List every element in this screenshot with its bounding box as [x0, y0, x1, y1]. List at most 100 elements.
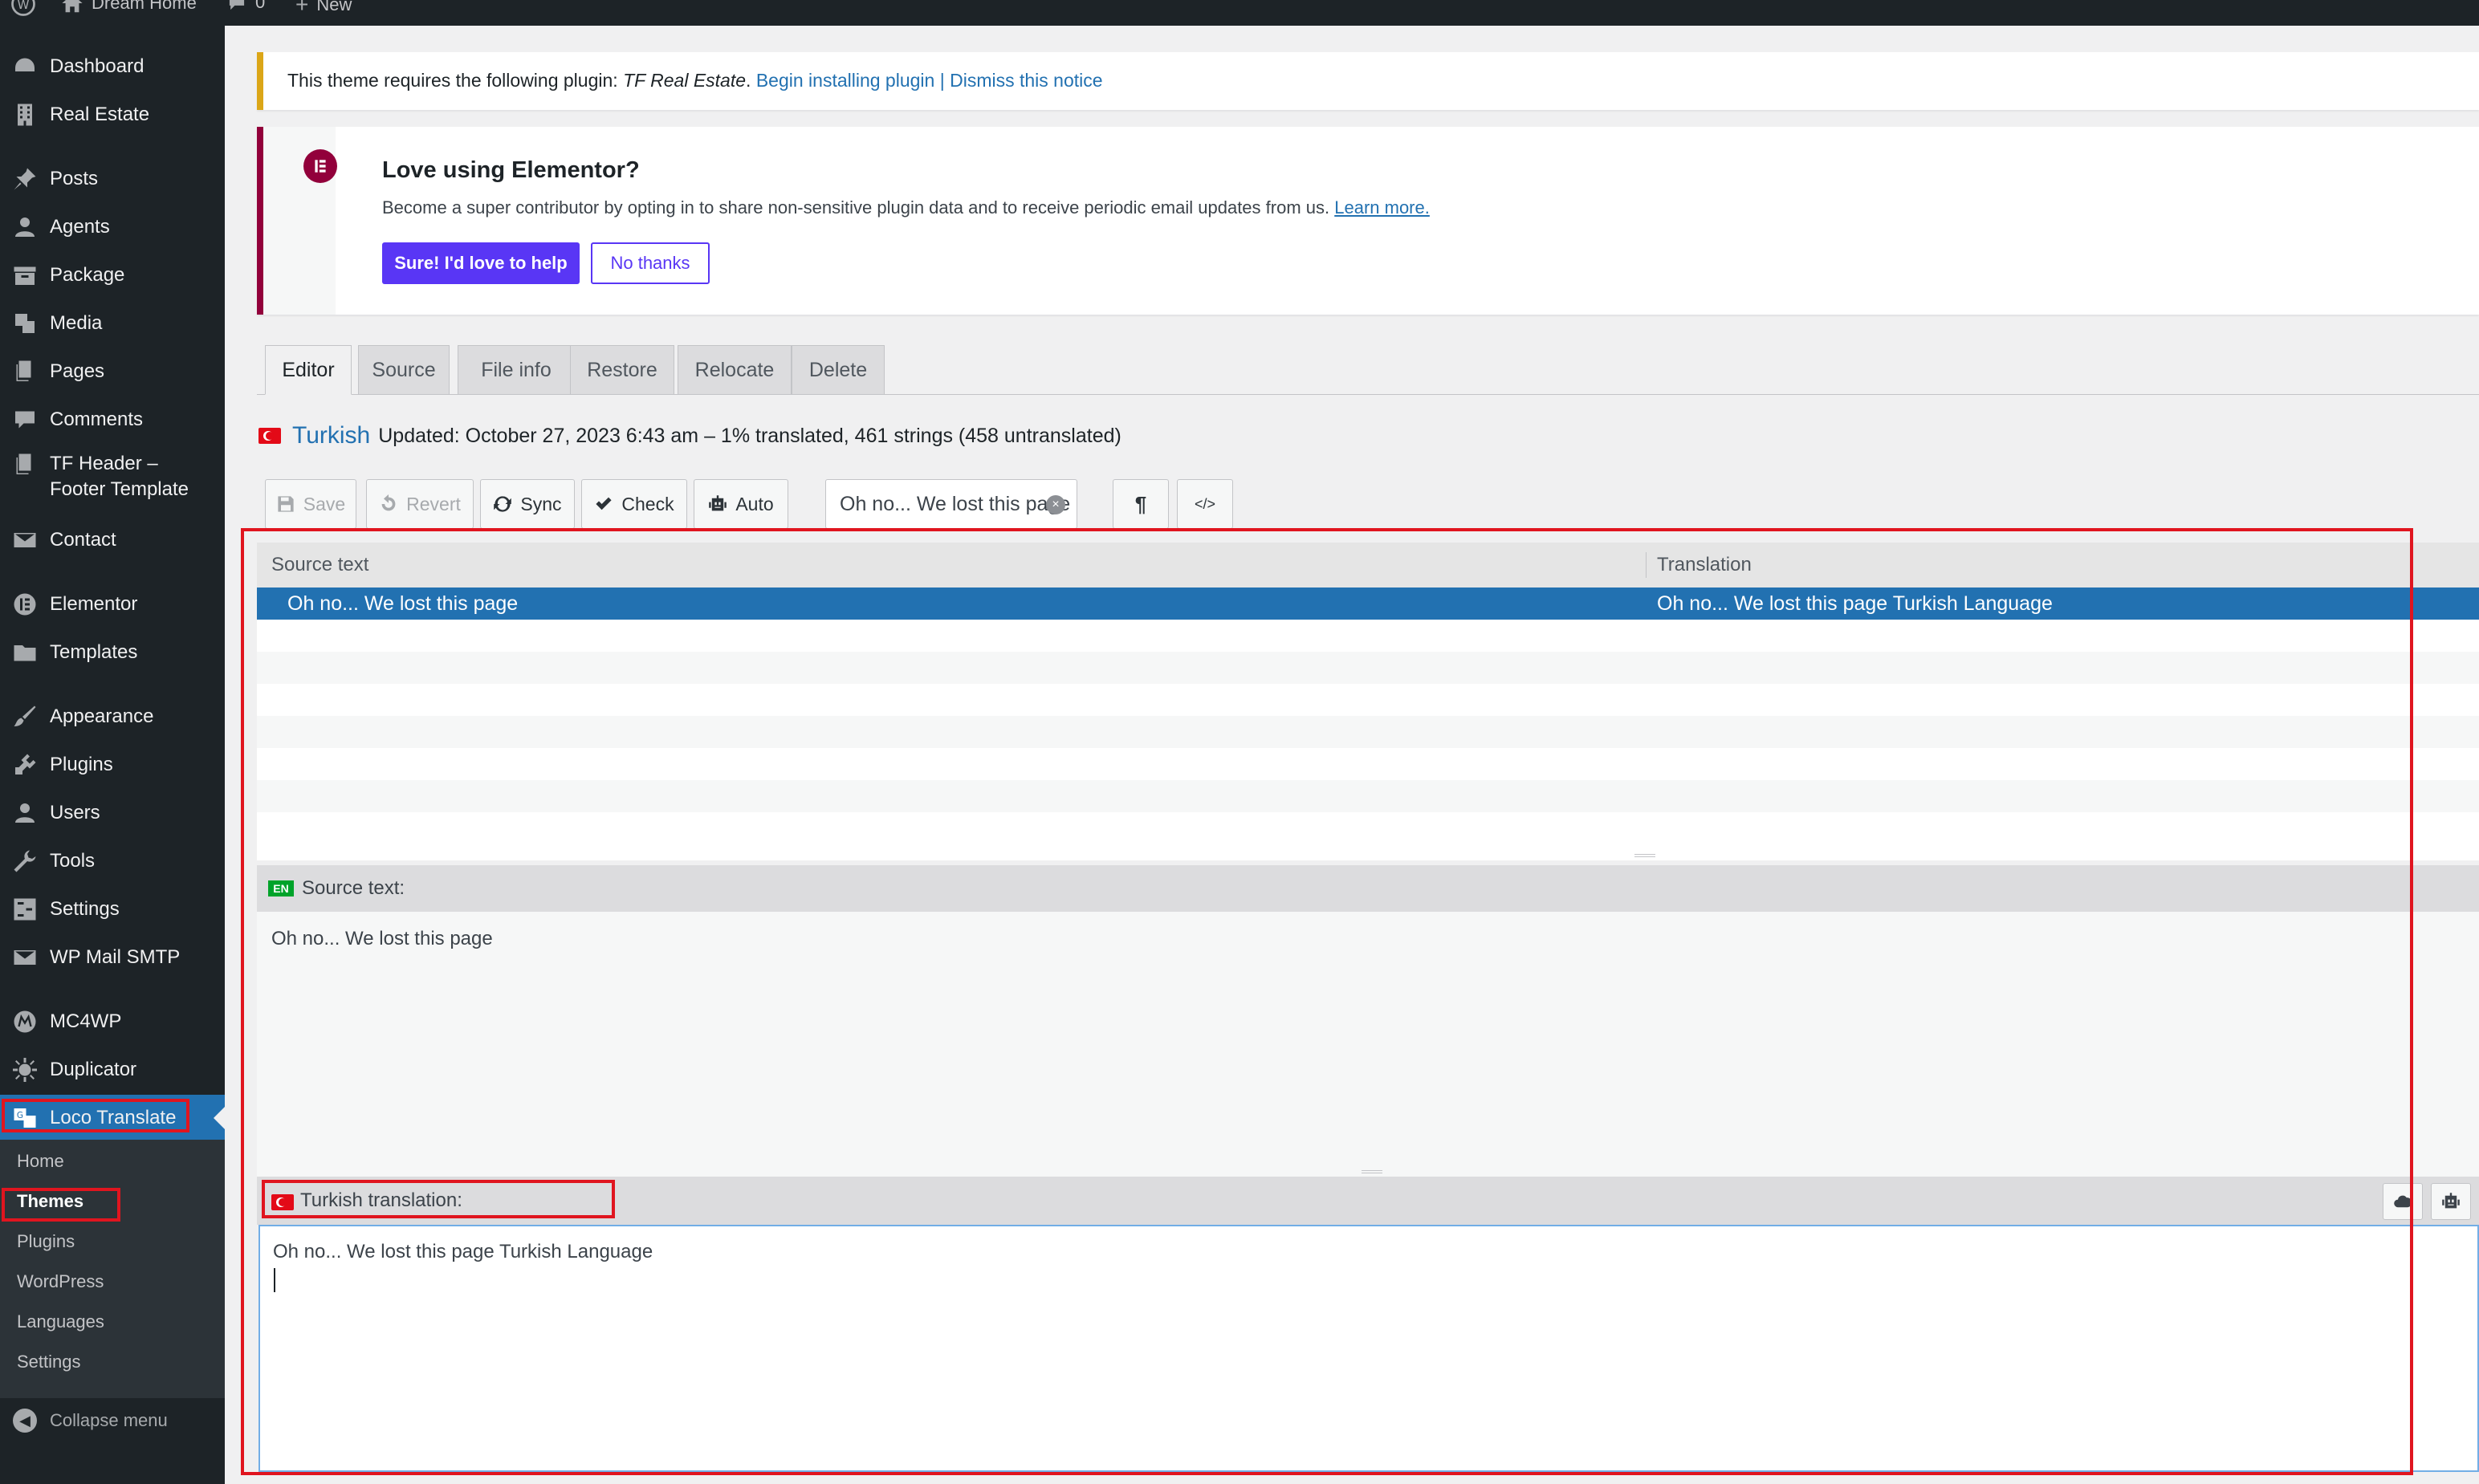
page-icon — [11, 451, 39, 478]
text-caret — [274, 1268, 275, 1292]
revert-button[interactable]: Revert — [366, 479, 474, 529]
empty-row — [257, 652, 2479, 684]
tab-restore[interactable]: Restore — [570, 345, 674, 395]
suggest-translation-button[interactable] — [2383, 1183, 2423, 1220]
sidebar-item-duplicator[interactable]: Duplicator — [0, 1047, 225, 1093]
language-link[interactable]: Turkish — [292, 422, 370, 449]
auto-translate-button[interactable]: Auto — [694, 479, 788, 529]
clear-filter-icon[interactable]: × — [1046, 495, 1065, 514]
empty-row — [257, 620, 2479, 652]
auto-translate-entry-button[interactable] — [2431, 1183, 2471, 1220]
notice-separator: | — [934, 70, 950, 91]
no-thanks-button[interactable]: No thanks — [591, 242, 710, 284]
mail-icon — [11, 944, 39, 971]
submenu-themes[interactable]: Themes — [17, 1189, 83, 1214]
elementor-logo-icon — [303, 149, 337, 183]
opt-in-button[interactable]: Sure! I'd love to help — [382, 242, 580, 284]
tab-relocate[interactable]: Relocate — [678, 345, 792, 395]
collapse-menu-button[interactable]: ◀ Collapse menu — [0, 1401, 225, 1441]
save-icon — [278, 496, 294, 512]
submenu-wordpress[interactable]: WordPress — [17, 1270, 104, 1294]
user-icon — [11, 799, 39, 827]
submenu-settings[interactable]: Settings — [17, 1350, 81, 1374]
sidebar-item-templates[interactable]: Templates — [0, 629, 225, 676]
learn-more-link[interactable]: Learn more. — [1334, 197, 1430, 218]
sidebar-item-pages[interactable]: Pages — [0, 348, 225, 395]
sidebar-item-media[interactable]: Media — [0, 300, 225, 347]
sidebar-item-elementor[interactable]: Elementor — [0, 581, 225, 628]
empty-row — [257, 716, 2479, 748]
sidebar-item-tools[interactable]: Tools — [0, 838, 225, 884]
sidebar-item-plugins[interactable]: Plugins — [0, 742, 225, 788]
plus-icon: + — [295, 0, 309, 17]
column-translation[interactable]: Translation — [1657, 554, 1752, 576]
plugin-required-notice: This theme requires the following plugin… — [257, 52, 2479, 110]
pane-resize-handle[interactable] — [1362, 1170, 1382, 1173]
site-name-link[interactable]: Dream Home — [61, 0, 197, 14]
sidebar-item-wp-mail-smtp[interactable]: WP Mail SMTP — [0, 934, 225, 981]
column-source-text[interactable]: Source text — [271, 554, 368, 576]
source-text-value: Oh no... We lost this page — [271, 928, 493, 949]
empty-row — [257, 812, 2479, 844]
tab-file-info[interactable]: File info — [458, 345, 575, 395]
svg-text:G: G — [17, 1111, 23, 1120]
checkmark-icon — [596, 497, 612, 510]
sidebar-item-contact[interactable]: Contact — [0, 517, 225, 563]
begin-installing-plugin-link[interactable]: Begin installing plugin — [756, 70, 935, 91]
elementor-notice-title: Love using Elementor? — [382, 157, 640, 183]
tab-editor[interactable]: Editor — [265, 345, 352, 395]
source-pane-header: EN Source text: — [257, 865, 2479, 912]
table-row[interactable]: Oh no... We lost this page Oh no... We l… — [257, 588, 2479, 620]
check-button[interactable]: Check — [581, 479, 687, 529]
sidebar-item-agents[interactable]: Agents — [0, 204, 225, 250]
comments-link[interactable]: 0 — [226, 0, 265, 13]
new-content-link[interactable]: + New — [295, 0, 352, 18]
home-icon — [62, 0, 83, 13]
sidebar-item-tf-header-footer[interactable]: TF Header – Footer Template — [0, 446, 225, 507]
sidebar-item-users[interactable]: Users — [0, 790, 225, 836]
code-view-toggle-button[interactable]: </> — [1177, 479, 1233, 529]
sidebar-item-mc4wp[interactable]: MC4WP — [0, 998, 225, 1045]
loco-translate-submenu: Home Themes Plugins WordPress Languages … — [0, 1140, 225, 1398]
en-language-badge: EN — [268, 880, 294, 896]
wordpress-logo-icon[interactable]: W — [11, 0, 35, 16]
translation-pane-label: Turkish translation: — [300, 1189, 462, 1211]
sidebar-item-posts[interactable]: Posts — [0, 156, 225, 202]
translation-progress: Updated: October 27, 2023 6:43 am – 1% t… — [378, 424, 1121, 447]
wrench-icon — [11, 848, 39, 875]
submenu-plugins[interactable]: Plugins — [17, 1230, 75, 1254]
sidebar-item-loco-translate[interactable]: G Loco Translate — [0, 1095, 225, 1141]
sidebar-item-real-estate[interactable]: Real Estate — [0, 91, 225, 138]
sidebar-item-comments[interactable]: Comments — [0, 396, 225, 443]
sidebar-item-settings[interactable]: Settings — [0, 886, 225, 933]
sync-button[interactable]: Sync — [480, 479, 575, 529]
turkish-flag-icon — [258, 428, 281, 444]
sidebar-item-package[interactable]: Package — [0, 252, 225, 299]
submenu-home[interactable]: Home — [17, 1149, 64, 1173]
mc4wp-icon — [11, 1008, 39, 1035]
invisibles-toggle-button[interactable]: ¶ — [1113, 479, 1169, 529]
dismiss-notice-link[interactable]: Dismiss this notice — [950, 70, 1102, 91]
comment-icon — [11, 406, 39, 433]
save-button[interactable]: Save — [265, 479, 356, 529]
grid-resize-handle[interactable] — [1634, 854, 1655, 857]
dashboard-icon — [11, 53, 39, 80]
pilcrow-icon: ¶ — [1134, 491, 1147, 516]
translation-textarea[interactable]: Oh no... We lost this page Turkish Langu… — [258, 1225, 2479, 1472]
translation-pane-header: Turkish translation: — [257, 1177, 2479, 1225]
archive-icon — [11, 262, 39, 289]
tab-delete[interactable]: Delete — [792, 345, 885, 395]
sidebar-item-appearance[interactable]: Appearance — [0, 693, 225, 740]
grid-header: Source text Translation — [257, 543, 2479, 588]
plugin-name: TF Real Estate — [623, 70, 747, 91]
media-icon — [11, 310, 39, 337]
submenu-languages[interactable]: Languages — [17, 1310, 104, 1334]
filter-input[interactable]: Oh no... We lost this page × — [825, 479, 1077, 529]
translate-icon: G — [11, 1104, 39, 1132]
elementor-icon — [11, 591, 39, 618]
mail-icon — [11, 527, 39, 554]
brush-icon — [11, 703, 39, 730]
sidebar-item-dashboard[interactable]: Dashboard — [0, 43, 225, 90]
row-source: Oh no... We lost this page — [287, 592, 519, 615]
tab-source[interactable]: Source — [358, 345, 450, 395]
